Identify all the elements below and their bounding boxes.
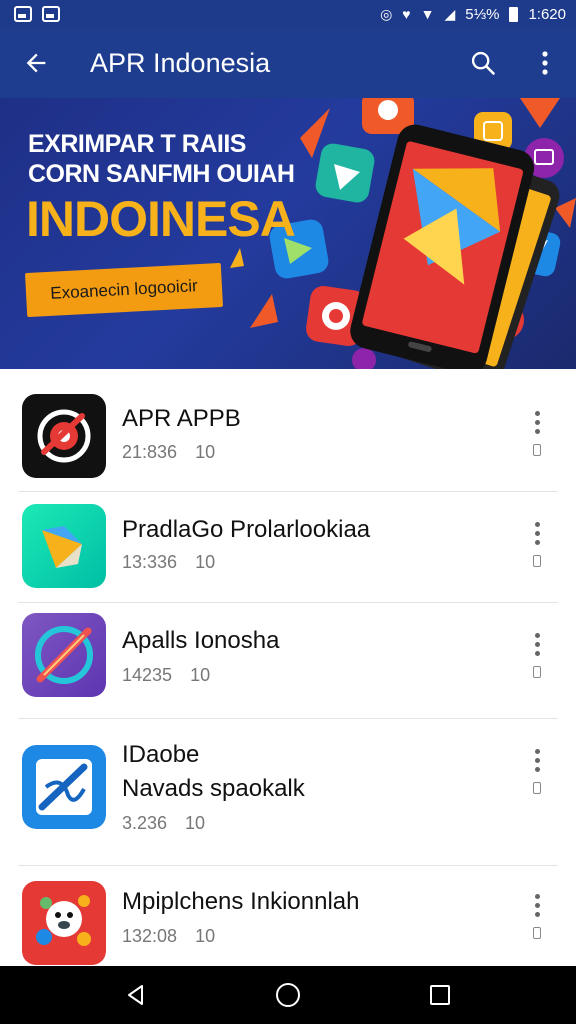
app-icon — [22, 504, 106, 588]
app-count: 10 — [190, 665, 211, 685]
more-vert-icon — [534, 633, 540, 656]
app-size: 13:336 — [122, 552, 178, 572]
app-name: APR APPB — [122, 405, 241, 432]
nav-recents-button[interactable] — [410, 966, 470, 1024]
app-meta: 21:836 10 — [122, 442, 215, 463]
search-icon — [471, 51, 495, 75]
app-size: 132:08 — [122, 926, 178, 946]
wifi-icon: ▼ — [420, 6, 435, 22]
app-size: 21:836 — [122, 442, 178, 462]
back-button[interactable] — [0, 28, 72, 98]
more-vert-icon — [534, 894, 540, 917]
list-item[interactable]: PradlaGo Prolarlookiaa 13:336 10 — [0, 492, 576, 602]
app-count: 10 — [195, 926, 216, 946]
page-title: APR Indonesia — [90, 47, 271, 78]
nav-home-button[interactable] — [258, 966, 318, 1024]
sync-icon: ◎ — [380, 6, 393, 22]
play-triangle-app-icon — [42, 526, 82, 568]
item-more-button[interactable] — [522, 745, 552, 805]
notification-image-icon — [14, 6, 32, 22]
app-size: 3.236 — [122, 813, 168, 833]
item-more-button[interactable] — [522, 890, 552, 950]
app-size: 14235 — [122, 665, 173, 685]
banner-headline-line1: EXRIMPAR T RAIIS — [28, 130, 246, 158]
status-left — [14, 6, 60, 22]
battery-icon — [509, 6, 519, 22]
chart-app-icon — [22, 745, 106, 829]
app-icon — [22, 394, 106, 478]
app-count: 10 — [195, 442, 216, 462]
nav-back-button[interactable] — [106, 966, 166, 1024]
app-list: APR APPB 21:836 10 PradlaGo Prolarlookiaa… — [0, 369, 576, 966]
app-name: PradlaGo Prolarlookiaa — [122, 516, 371, 543]
status-right: ◎ ♥ ▼ ◢ 5⅓% 1:620 — [380, 6, 566, 23]
download-status-icon — [533, 782, 541, 794]
download-status-icon — [533, 444, 541, 456]
app-icon — [22, 881, 106, 965]
mascot-app-icon — [36, 895, 91, 946]
target-app-icon — [37, 409, 91, 463]
app-name: Apalls Ionosha — [122, 627, 280, 654]
list-item[interactable]: Apalls Ionosha 14235 10 — [0, 603, 576, 718]
list-item[interactable]: Mpiplchens Inkionnlah 132:08 10 — [0, 866, 576, 966]
list-item[interactable]: IDaobe Navads spaokalk 3.236 10 — [0, 719, 576, 865]
status-bar: ◎ ♥ ▼ ◢ 5⅓% 1:620 — [0, 0, 576, 28]
app-meta: 132:08 10 — [122, 926, 215, 947]
app-icon — [22, 745, 106, 829]
app-name: IDaobe — [122, 741, 200, 768]
banner-headline-line2: CORN SANFMH OUIAH — [28, 160, 295, 188]
more-vert-icon — [542, 51, 548, 75]
app-subtitle: Navads spaokalk — [122, 775, 305, 802]
clock: 1:620 — [528, 5, 566, 23]
list-item[interactable]: APR APPB 21:836 10 — [0, 369, 576, 491]
compass-app-icon — [35, 626, 93, 684]
vibrate-icon: ♥ — [402, 6, 411, 22]
overflow-menu-button[interactable] — [514, 28, 576, 98]
promo-banner[interactable]: EXRIMPAR T RAIIS CORN SANFMH OUIAH INDOI… — [0, 98, 576, 369]
circle-home-icon — [276, 983, 300, 1007]
item-more-button[interactable] — [522, 629, 552, 689]
triangle-back-icon — [128, 985, 143, 1005]
app-meta: 3.236 10 — [122, 813, 205, 834]
notification-chart-icon — [42, 6, 60, 22]
download-status-icon — [533, 666, 541, 678]
banner-title: INDOINESA — [26, 191, 296, 247]
download-status-icon — [533, 927, 541, 939]
square-recents-icon — [430, 985, 450, 1005]
app-meta: 14235 10 — [122, 665, 210, 686]
app-count: 10 — [195, 552, 216, 572]
app-icon — [22, 613, 106, 697]
app-bar: APR Indonesia — [0, 28, 576, 98]
item-more-button[interactable] — [522, 407, 552, 467]
battery-percent: 5⅓% — [465, 5, 500, 23]
app-meta: 13:336 10 — [122, 552, 215, 573]
app-name: Mpiplchens Inkionnlah — [122, 888, 360, 915]
more-vert-icon — [534, 522, 540, 545]
more-vert-icon — [534, 749, 540, 772]
arrow-left-icon — [26, 53, 46, 73]
search-button[interactable] — [452, 28, 514, 98]
item-more-button[interactable] — [522, 518, 552, 578]
download-status-icon — [533, 555, 541, 567]
signal-icon: ◢ — [444, 6, 456, 22]
system-nav-bar — [0, 966, 576, 1024]
app-count: 10 — [185, 813, 206, 833]
more-vert-icon — [534, 411, 540, 434]
